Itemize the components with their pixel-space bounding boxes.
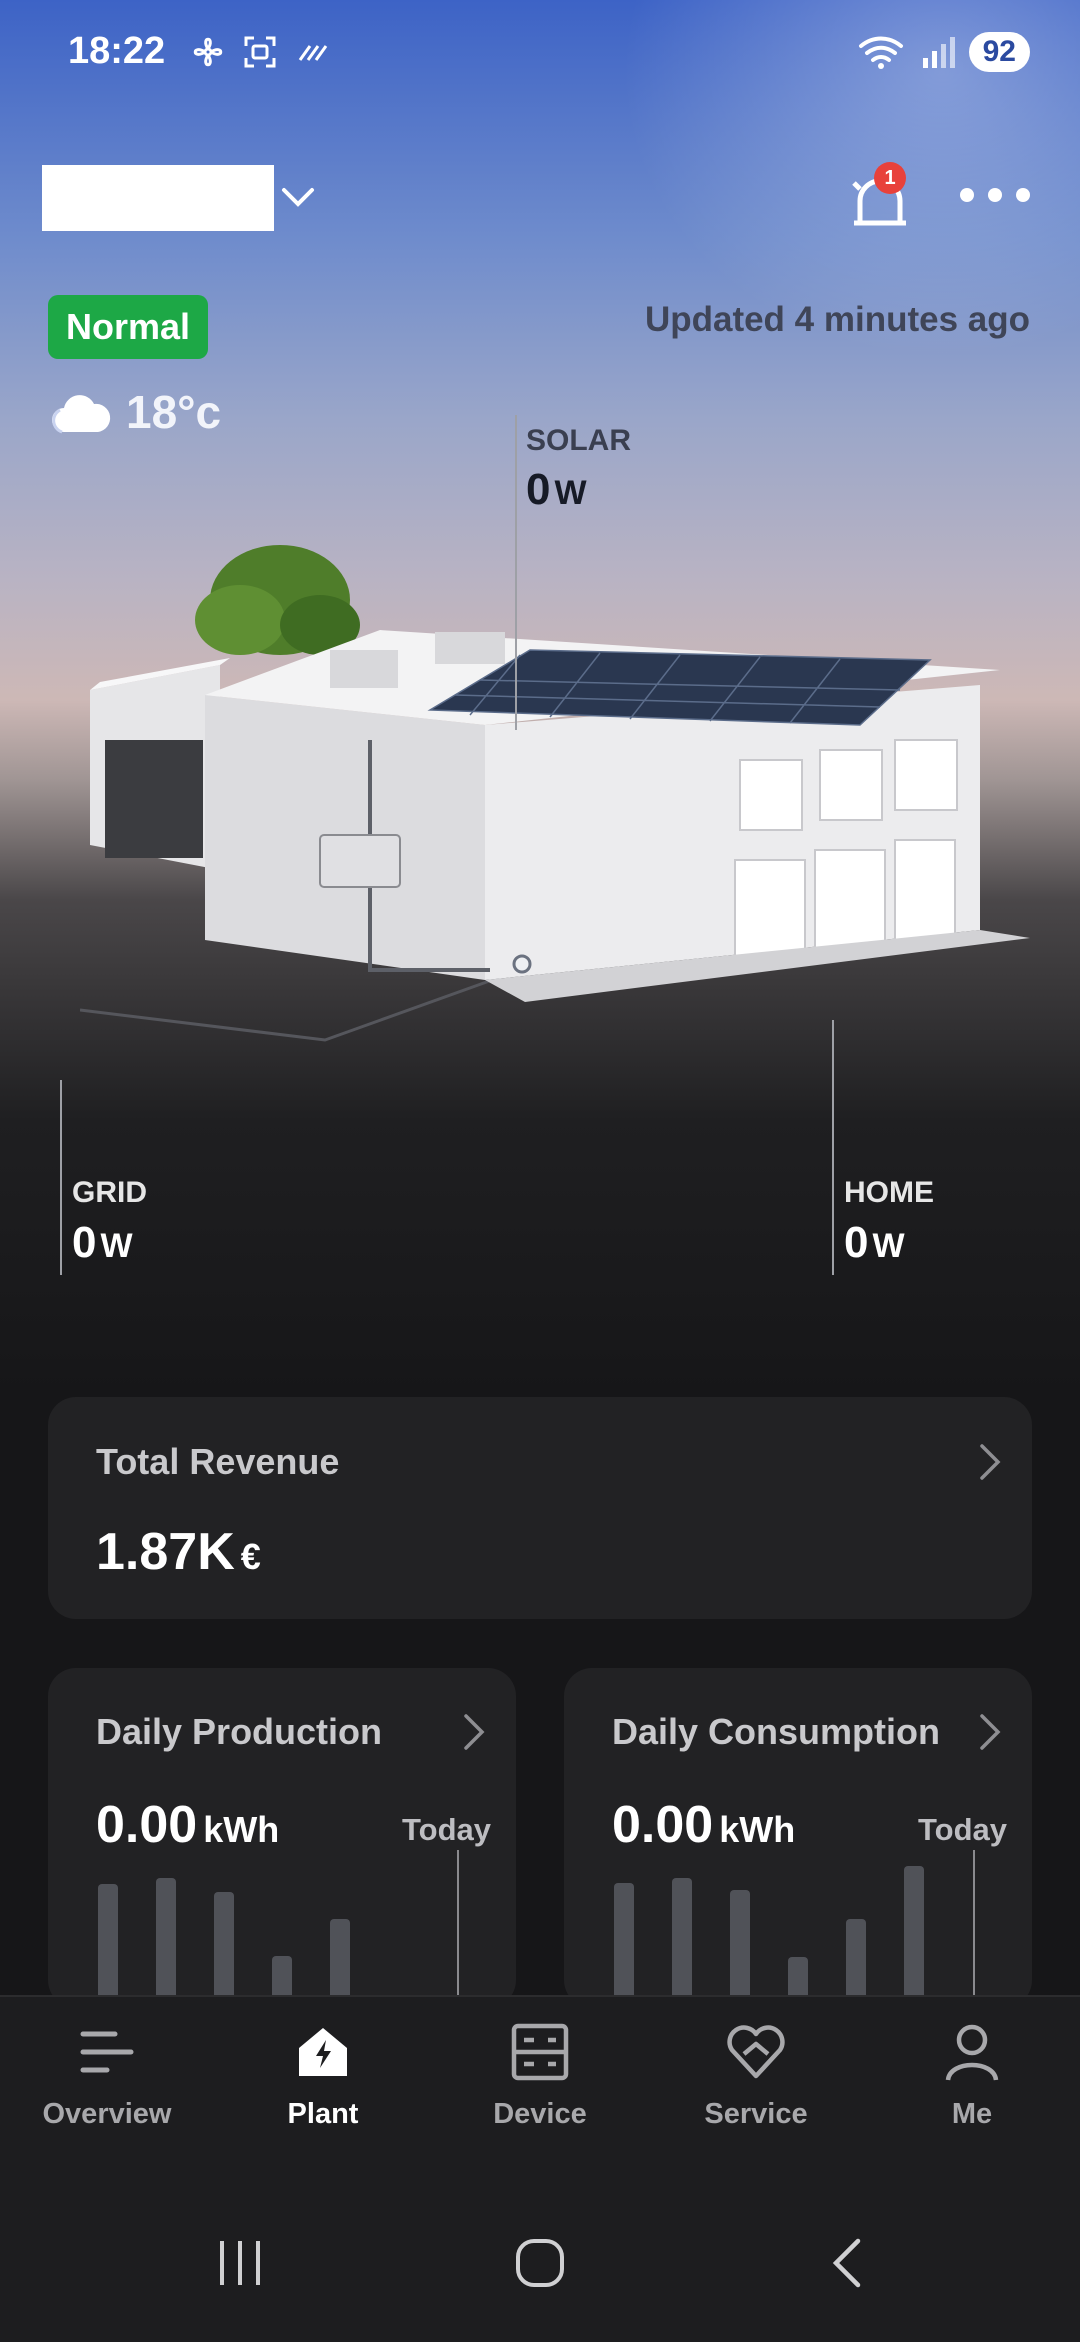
more-options-icon[interactable] xyxy=(960,188,1030,202)
chevron-right-icon[interactable] xyxy=(976,1712,1004,1752)
profile-icon xyxy=(945,2024,999,2081)
house-illustration xyxy=(80,545,1030,1042)
home-button-icon[interactable] xyxy=(510,2235,570,2291)
daily-production-title: Daily Production xyxy=(96,1711,383,1752)
chevron-right-icon[interactable] xyxy=(976,1442,1004,1482)
recent-apps-icon[interactable] xyxy=(210,2235,270,2291)
plant-home-icon xyxy=(299,2028,347,2076)
data-saver-icon xyxy=(298,45,328,61)
home-unit: W xyxy=(872,1227,905,1265)
home-label: HOME xyxy=(844,1176,934,1209)
tree-icon xyxy=(195,545,360,655)
revenue-unit: € xyxy=(240,1536,261,1577)
consumption-period: Today xyxy=(918,1812,1007,1847)
back-icon[interactable] xyxy=(818,2235,878,2291)
total-revenue-title: Total Revenue xyxy=(96,1441,340,1482)
nav-me[interactable]: Me xyxy=(872,2020,1072,2131)
grid-label: GRID xyxy=(72,1176,147,1209)
service-heart-icon xyxy=(727,2025,785,2079)
chart-bar xyxy=(846,1919,866,1998)
chevron-right-icon[interactable] xyxy=(460,1712,488,1752)
revenue-amount: 1.87K xyxy=(96,1523,235,1581)
chart-bar xyxy=(730,1890,750,1998)
nav-service[interactable]: Service xyxy=(656,2020,856,2131)
chart-bar xyxy=(330,1919,350,1998)
device-icon xyxy=(511,2023,569,2081)
solar-unit: W xyxy=(554,474,587,512)
status-icons-left xyxy=(190,34,330,70)
consumption-today-line xyxy=(973,1850,975,1995)
daily-consumption-value: 0.00 kWh xyxy=(612,1795,795,1855)
weather: 18°c xyxy=(48,385,221,439)
solar-line xyxy=(515,415,517,730)
nav-plant-label: Plant xyxy=(287,2098,359,2130)
daily-consumption-title: Daily Consumption xyxy=(612,1711,941,1752)
home-line xyxy=(832,1020,834,1275)
inverter xyxy=(319,834,401,888)
home-value: 0W xyxy=(844,1218,905,1268)
production-period: Today xyxy=(402,1812,491,1847)
production-unit: kWh xyxy=(203,1809,280,1850)
nav-device[interactable]: Device xyxy=(440,2020,640,2131)
solar-value: 0W xyxy=(526,465,587,515)
chart-bar xyxy=(214,1892,234,1998)
cloud-icon xyxy=(52,395,111,434)
grid-line xyxy=(60,1080,62,1275)
nav-me-label: Me xyxy=(951,2098,993,2130)
chart-bar xyxy=(614,1883,634,1998)
chart-bar xyxy=(272,1956,292,1998)
chart-bar xyxy=(672,1878,692,1998)
wifi-icon xyxy=(858,36,903,69)
alarm-count-badge: 1 xyxy=(874,162,906,194)
production-amount: 0.00 xyxy=(96,1796,198,1854)
daily-production-value: 0.00 kWh xyxy=(96,1795,279,1855)
nav-service-label: Service xyxy=(704,2098,808,2130)
consumption-unit: kWh xyxy=(719,1809,796,1850)
nav-overview-label: Overview xyxy=(42,2098,172,2130)
grid-value: 0W xyxy=(72,1218,133,1268)
chart-bar xyxy=(904,1866,924,1998)
nav-overview[interactable]: Overview xyxy=(7,2020,207,2131)
updated-time: Updated 4 minutes ago xyxy=(644,300,1030,339)
grid-power: 0 xyxy=(72,1218,97,1267)
fan-icon xyxy=(193,37,223,67)
signal-icon xyxy=(922,37,955,68)
battery-level: 92 xyxy=(968,32,1030,72)
total-revenue-value: 1.87K € xyxy=(96,1522,261,1582)
screenshot-icon xyxy=(244,36,276,68)
overview-icon xyxy=(80,2031,134,2073)
home-power: 0 xyxy=(844,1218,869,1267)
temperature: 18°c xyxy=(126,386,222,438)
total-revenue-card[interactable] xyxy=(48,1397,1032,1619)
chart-bar xyxy=(98,1884,118,1998)
status-time: 18:22 xyxy=(68,30,166,72)
chart-bar xyxy=(788,1957,808,1998)
solar-label: SOLAR xyxy=(526,424,631,457)
chevron-down-icon[interactable] xyxy=(278,178,318,218)
nav-device-label: Device xyxy=(493,2098,587,2130)
plant-selector[interactable] xyxy=(42,165,274,231)
nav-plant[interactable]: Plant xyxy=(223,2020,423,2131)
production-today-line xyxy=(457,1850,459,1995)
solar-power: 0 xyxy=(526,465,551,514)
consumption-amount: 0.00 xyxy=(612,1796,714,1854)
chart-bar xyxy=(156,1878,176,1998)
status-icons-right: 92 xyxy=(857,32,1030,72)
grid-unit: W xyxy=(100,1227,133,1265)
plant-status-badge: Normal xyxy=(48,295,209,359)
